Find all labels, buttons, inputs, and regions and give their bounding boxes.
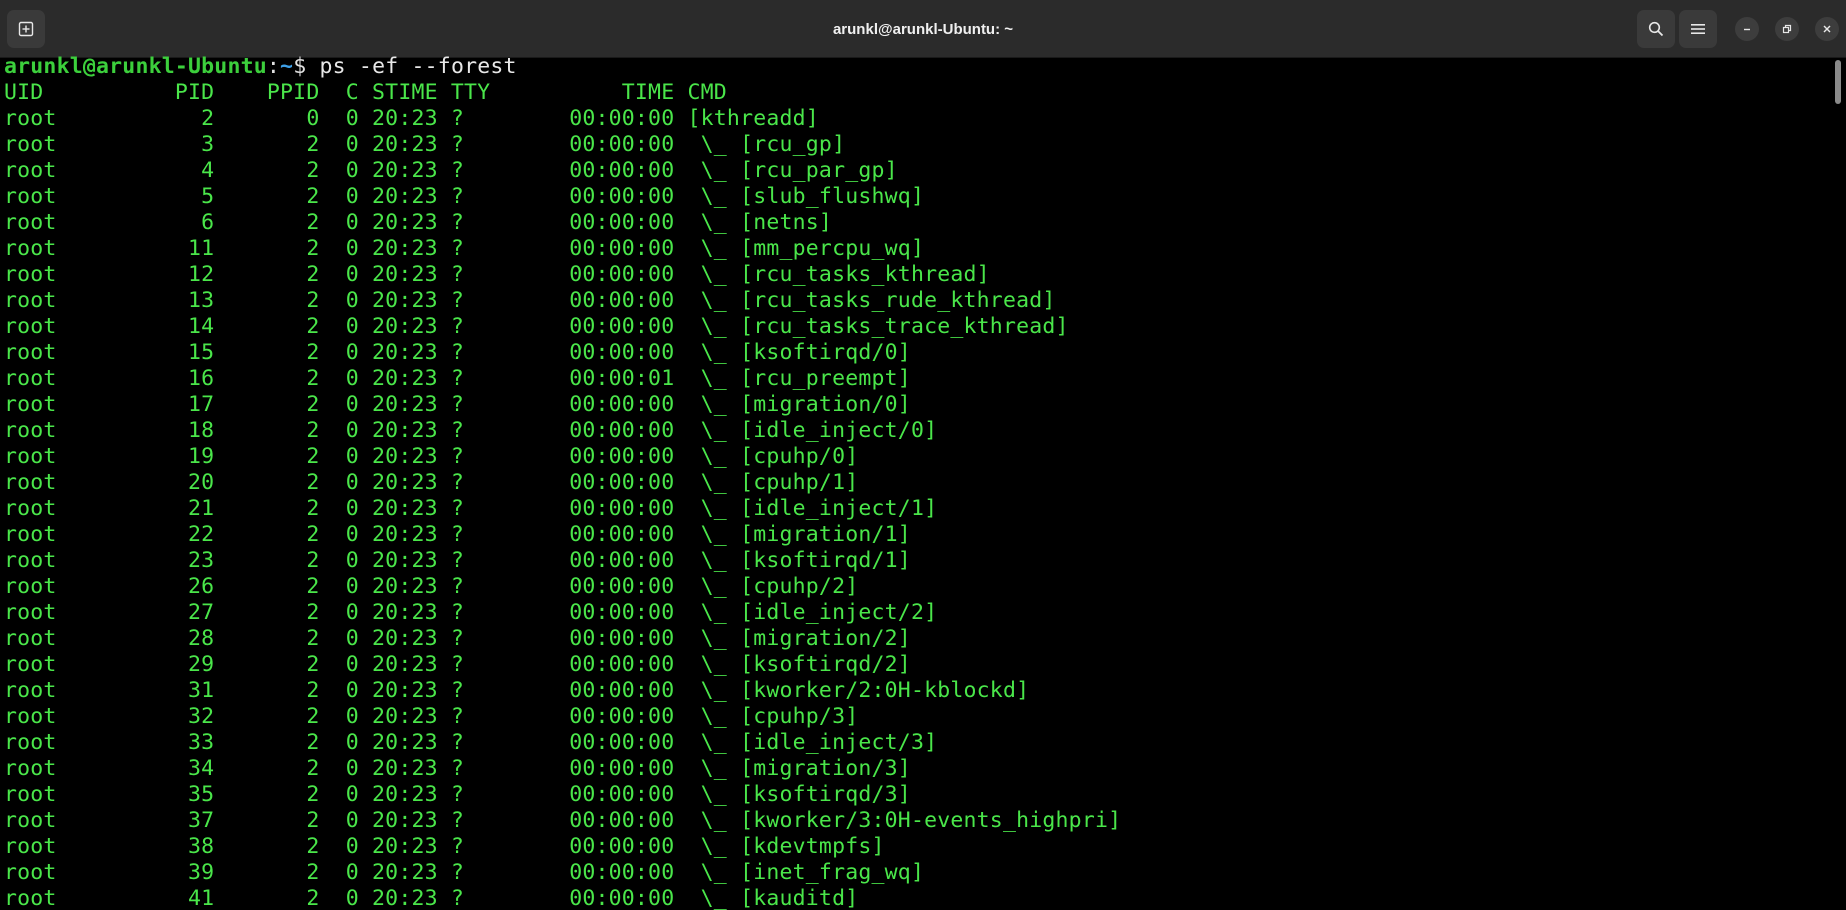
process-row: root 38 2 0 20:23 ? 00:00:00 \_ [kdevtmp… bbox=[4, 834, 885, 859]
process-row: root 2 0 0 20:23 ? 00:00:00 [kthreadd] bbox=[4, 106, 819, 131]
process-row: root 41 2 0 20:23 ? 00:00:00 \_ [kauditd… bbox=[4, 886, 859, 910]
output-rows: root 2 0 0 20:23 ? 00:00:00 [kthreadd] ro… bbox=[4, 106, 1826, 910]
process-row: root 29 2 0 20:23 ? 00:00:00 \_ [ksoftir… bbox=[4, 652, 911, 677]
process-row: root 35 2 0 20:23 ? 00:00:00 \_ [ksoftir… bbox=[4, 782, 911, 807]
close-button[interactable] bbox=[1815, 17, 1839, 41]
prompt-user-host: arunkl@arunkl-Ubuntu bbox=[4, 54, 267, 79]
search-icon bbox=[1648, 21, 1664, 37]
prompt-separator: : bbox=[266, 54, 281, 79]
window-title: arunkl@arunkl-Ubuntu: ~ bbox=[832, 20, 1014, 38]
prompt-path: ~ bbox=[280, 54, 294, 79]
title-bar: arunkl@arunkl-Ubuntu: ~ bbox=[0, 0, 1846, 58]
process-row: root 28 2 0 20:23 ? 00:00:00 \_ [migrati… bbox=[4, 626, 911, 651]
process-row: root 14 2 0 20:23 ? 00:00:00 \_ [rcu_tas… bbox=[4, 314, 1069, 339]
process-row: root 26 2 0 20:23 ? 00:00:00 \_ [cpuhp/2… bbox=[4, 574, 859, 599]
terminal-output[interactable]: arunkl@arunkl-Ubuntu:~$ ps -ef --forest … bbox=[4, 54, 1826, 910]
new-tab-icon bbox=[18, 21, 34, 37]
restore-button[interactable] bbox=[1775, 17, 1799, 41]
process-row: root 13 2 0 20:23 ? 00:00:00 \_ [rcu_tas… bbox=[4, 288, 1056, 313]
process-row: root 37 2 0 20:23 ? 00:00:00 \_ [kworker… bbox=[4, 808, 1122, 833]
process-row: root 6 2 0 20:23 ? 00:00:00 \_ [netns] bbox=[4, 210, 833, 235]
prompt-symbol: $ bbox=[293, 54, 320, 79]
process-row: root 18 2 0 20:23 ? 00:00:00 \_ [idle_in… bbox=[4, 418, 938, 443]
minimize-icon bbox=[1744, 28, 1750, 31]
process-row: root 16 2 0 20:23 ? 00:00:01 \_ [rcu_pre… bbox=[4, 366, 911, 391]
output-header: UID PID PPID C STIME TTY TIME CMD bbox=[4, 80, 727, 105]
new-tab-button[interactable] bbox=[7, 10, 45, 48]
process-row: root 11 2 0 20:23 ? 00:00:00 \_ [mm_perc… bbox=[4, 236, 925, 261]
process-row: root 5 2 0 20:23 ? 00:00:00 \_ [slub_flu… bbox=[4, 184, 925, 209]
close-icon bbox=[1823, 25, 1831, 33]
process-row: root 4 2 0 20:23 ? 00:00:00 \_ [rcu_par_… bbox=[4, 158, 898, 183]
minimize-button[interactable] bbox=[1735, 17, 1759, 41]
process-row: root 15 2 0 20:23 ? 00:00:00 \_ [ksoftir… bbox=[4, 340, 911, 365]
process-row: root 33 2 0 20:23 ? 00:00:00 \_ [idle_in… bbox=[4, 730, 938, 755]
prompt-command: ps -ef --forest bbox=[319, 54, 517, 79]
process-row: root 32 2 0 20:23 ? 00:00:00 \_ [cpuhp/3… bbox=[4, 704, 859, 729]
process-row: root 31 2 0 20:23 ? 00:00:00 \_ [kworker… bbox=[4, 678, 1030, 703]
process-row: root 3 2 0 20:23 ? 00:00:00 \_ [rcu_gp] bbox=[4, 132, 846, 157]
process-row: root 19 2 0 20:23 ? 00:00:00 \_ [cpuhp/0… bbox=[4, 444, 859, 469]
process-row: root 27 2 0 20:23 ? 00:00:00 \_ [idle_in… bbox=[4, 600, 938, 625]
process-row: root 39 2 0 20:23 ? 00:00:00 \_ [inet_fr… bbox=[4, 860, 925, 885]
menu-button[interactable] bbox=[1679, 10, 1717, 48]
process-row: root 22 2 0 20:23 ? 00:00:00 \_ [migrati… bbox=[4, 522, 911, 547]
restore-icon bbox=[1782, 24, 1792, 34]
process-row: root 21 2 0 20:23 ? 00:00:00 \_ [idle_in… bbox=[4, 496, 938, 521]
search-button[interactable] bbox=[1637, 10, 1675, 48]
process-row: root 20 2 0 20:23 ? 00:00:00 \_ [cpuhp/1… bbox=[4, 470, 859, 495]
scrollbar-thumb[interactable] bbox=[1835, 60, 1841, 104]
process-row: root 12 2 0 20:23 ? 00:00:00 \_ [rcu_tas… bbox=[4, 262, 990, 287]
hamburger-menu-icon bbox=[1691, 24, 1705, 34]
process-row: root 17 2 0 20:23 ? 00:00:00 \_ [migrati… bbox=[4, 392, 911, 417]
process-row: root 23 2 0 20:23 ? 00:00:00 \_ [ksoftir… bbox=[4, 548, 911, 573]
scrollbar[interactable] bbox=[1830, 58, 1844, 910]
prompt-line: arunkl@arunkl-Ubuntu:~$ ps -ef --forest bbox=[4, 54, 1826, 80]
process-row: root 34 2 0 20:23 ? 00:00:00 \_ [migrati… bbox=[4, 756, 911, 781]
